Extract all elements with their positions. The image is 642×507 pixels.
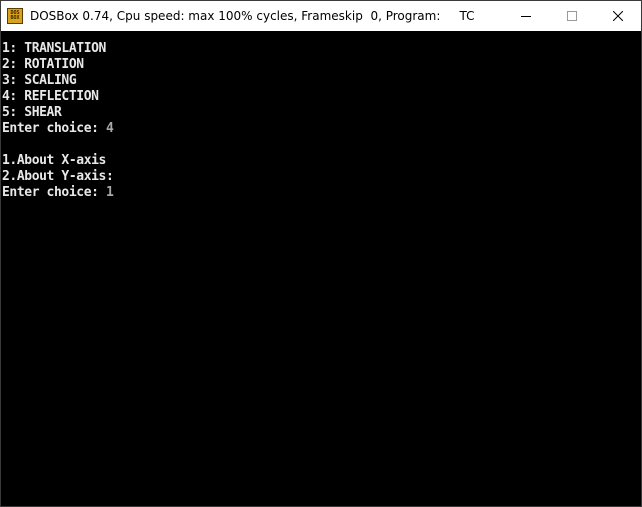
dosbox-icon[interactable]: DOS BOX <box>7 8 23 24</box>
maximize-button[interactable] <box>549 1 595 31</box>
choice-prompt-2: Enter choice: 1 <box>2 185 114 201</box>
menu-item-translation: 1: TRANSLATION <box>2 41 106 56</box>
close-icon <box>613 11 623 21</box>
choice-prompt-1-value: 4 <box>105 121 114 136</box>
menu-item-reflection: 4: REFLECTION <box>2 89 99 104</box>
title-bar[interactable]: DOS BOX DOSBox 0.74, Cpu speed: max 100%… <box>1 1 641 31</box>
choice-prompt-2-label: Enter choice: <box>2 185 106 200</box>
dosbox-window: DOS BOX DOSBox 0.74, Cpu speed: max 100%… <box>0 0 642 507</box>
choice-prompt-1-label: Enter choice: <box>2 121 106 136</box>
dosbox-icon-line-2: BOX <box>10 15 20 21</box>
menu-item-rotation: 2: ROTATION <box>2 57 84 72</box>
minimize-icon <box>521 16 531 17</box>
dos-screen[interactable]: 1: TRANSLATION 2: ROTATION 3: SCALING 4:… <box>1 31 641 506</box>
choice-prompt-2-value: 1 <box>105 185 114 200</box>
choice-prompt-1: Enter choice: 4 <box>2 121 114 137</box>
console-output: 1: TRANSLATION 2: ROTATION 3: SCALING 4:… <box>2 41 114 201</box>
window-controls <box>503 1 641 31</box>
submenu-item-y-axis: 2.About Y-axis: <box>2 169 114 184</box>
submenu-item-x-axis: 1.About X-axis <box>2 153 106 168</box>
maximize-icon <box>567 11 577 21</box>
close-button[interactable] <box>595 1 641 31</box>
menu-item-scaling: 3: SCALING <box>2 73 77 88</box>
minimize-button[interactable] <box>503 1 549 31</box>
window-title: DOSBox 0.74, Cpu speed: max 100% cycles,… <box>30 9 475 23</box>
menu-item-shear: 5: SHEAR <box>2 105 62 120</box>
